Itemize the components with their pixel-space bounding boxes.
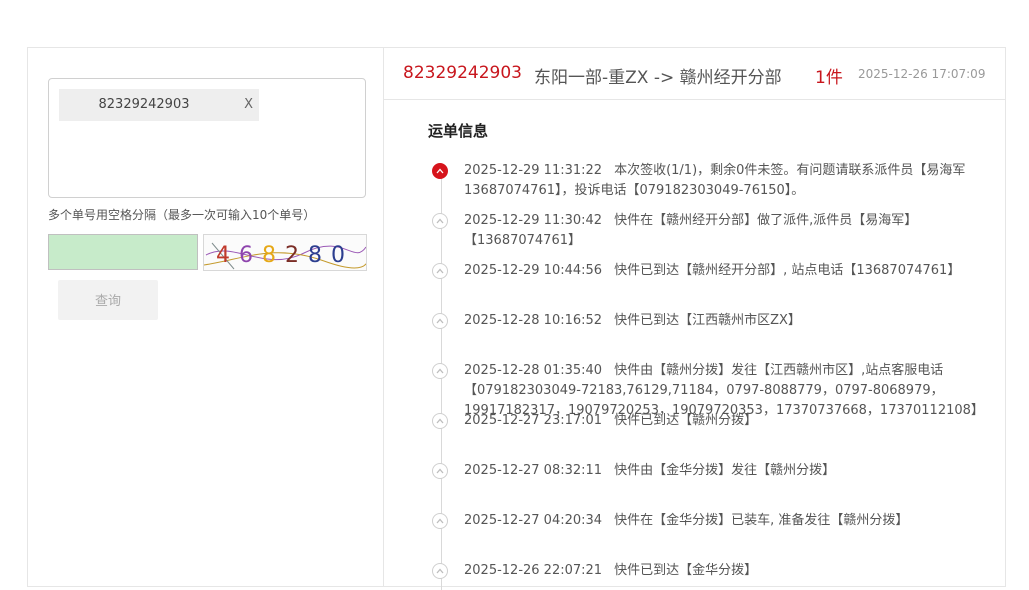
remove-tag-button[interactable]: X: [244, 89, 253, 121]
captcha-input[interactable]: [48, 234, 198, 270]
event-text: 2025-12-26 22:07:21 快件已到达【金华分拨】: [464, 561, 1004, 581]
tracking-number-tag: 82329242903 X: [59, 89, 259, 121]
chevron-up-icon: [432, 513, 448, 529]
event-text: 2025-12-28 10:16:52 快件已到达【江西赣州市区ZX】: [464, 311, 1004, 331]
captcha-char: 6: [239, 243, 253, 268]
event-text: 2025-12-27 04:20:34 快件在【金华分拨】已装车, 准备发往【赣州…: [464, 511, 1004, 531]
result-panel: 82329242903 东阳一部-重ZX -> 赣州经开分部 1件 2025-1…: [384, 48, 1005, 590]
query-button[interactable]: 查询: [58, 280, 158, 320]
event-text: 2025-12-29 11:31:22 本次签收(1/1)，剩余0件未签。有问题请…: [464, 161, 1004, 201]
header-count: 1件: [815, 68, 843, 88]
event-desc: 快件已到达【赣州经开分部】, 站点电话【13687074761】: [614, 263, 961, 278]
event-desc: 快件已到达【金华分拨】: [614, 563, 758, 578]
chevron-up-icon: [432, 413, 448, 429]
chevron-up-icon: [432, 463, 448, 479]
event-time: 2025-12-29 11:30:42: [464, 213, 603, 228]
tracking-number-textarea[interactable]: 82329242903 X: [48, 78, 366, 198]
event-time: 2025-12-29 11:31:22: [464, 163, 603, 178]
event-text: 2025-12-29 11:30:42 快件在【赣州经开分部】做了派件,派件员【易…: [464, 211, 1004, 251]
event-text: 2025-12-27 08:32:11 快件由【金华分拨】发往【赣州分拨】: [464, 461, 1004, 481]
event-time: 2025-12-26 22:07:21: [464, 563, 603, 578]
captcha-char: 2: [285, 243, 299, 268]
event-time: 2025-12-27 23:17:01: [464, 413, 603, 428]
event-time: 2025-12-28 10:16:52: [464, 313, 603, 328]
chevron-up-icon: [432, 263, 448, 279]
header-route: 东阳一部-重ZX -> 赣州经开分部: [534, 68, 782, 88]
header-tracking-number: 82329242903: [403, 63, 522, 83]
event-time: 2025-12-28 01:35:40: [464, 363, 603, 378]
waybill-title: 运单信息: [428, 122, 489, 140]
captcha-char: 0: [331, 243, 345, 268]
captcha-char: 4: [216, 243, 230, 268]
chevron-up-icon: [432, 563, 448, 579]
event-time: 2025-12-29 10:44:56: [464, 263, 603, 278]
event-text: 2025-12-27 23:17:01 快件已到达【赣州分拨】: [464, 411, 1004, 431]
tracking-frame: 82329242903 X 多个单号用空格分隔（最多一次可输入10个单号） 46…: [27, 47, 1006, 590]
captcha-image[interactable]: 468280: [203, 234, 367, 271]
event-time: 2025-12-27 04:20:34: [464, 513, 603, 528]
event-desc: 快件在【金华分拨】已装车, 准备发往【赣州分拨】: [614, 513, 909, 528]
tracking-tag-label: 82329242903: [98, 97, 190, 112]
waybill-header: 82329242903 东阳一部-重ZX -> 赣州经开分部 1件 2025-1…: [384, 48, 1005, 100]
event-time: 2025-12-27 08:32:11: [464, 463, 603, 478]
event-text: 2025-12-29 10:44:56 快件已到达【赣州经开分部】, 站点电话【1…: [464, 261, 1004, 281]
input-hint: 多个单号用空格分隔（最多一次可输入10个单号）: [48, 208, 316, 222]
captcha-char: 8: [308, 243, 322, 268]
chevron-up-icon: [432, 363, 448, 379]
event-desc: 快件已到达【江西赣州市区ZX】: [614, 313, 801, 328]
chevron-up-icon: [432, 313, 448, 329]
event-desc: 快件已到达【赣州分拨】: [614, 413, 758, 428]
event-desc: 快件由【金华分拨】发往【赣州分拨】: [614, 463, 836, 478]
header-time: 2025-12-26 17:07:09: [858, 67, 986, 81]
captcha-char: 8: [262, 243, 276, 268]
chevron-up-icon: [432, 213, 448, 229]
chevron-up-icon: [432, 163, 448, 179]
query-panel: 82329242903 X 多个单号用空格分隔（最多一次可输入10个单号） 46…: [28, 48, 384, 586]
